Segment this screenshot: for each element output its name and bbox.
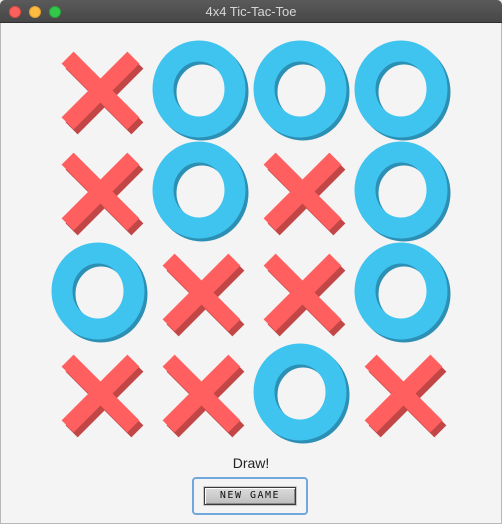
x-mark-icon xyxy=(61,152,144,236)
board-cell[interactable] xyxy=(151,40,252,141)
board-cell[interactable] xyxy=(50,141,151,242)
title-bar: 4x4 Tic-Tac-Toe xyxy=(0,0,502,23)
new-game-button-focus-ring: NEW GAME xyxy=(192,477,308,515)
board-cell[interactable] xyxy=(353,40,454,141)
o-mark-icon xyxy=(253,40,350,141)
o-mark-icon xyxy=(354,242,451,343)
o-mark-icon xyxy=(152,141,249,242)
new-game-button[interactable]: NEW GAME xyxy=(204,487,296,505)
o-mark-icon xyxy=(354,141,451,242)
o-mark-icon xyxy=(253,343,350,444)
board-cell[interactable] xyxy=(353,242,454,343)
game-board xyxy=(50,40,454,444)
x-mark-icon xyxy=(263,152,346,236)
board-cell[interactable] xyxy=(50,40,151,141)
x-mark-icon xyxy=(263,253,346,337)
board-cell[interactable] xyxy=(50,242,151,343)
x-mark-icon xyxy=(162,253,245,337)
x-mark-icon xyxy=(162,354,245,438)
o-mark-icon xyxy=(354,40,451,141)
board-cell[interactable] xyxy=(252,343,353,444)
board-cell[interactable] xyxy=(252,40,353,141)
x-mark-icon xyxy=(61,354,144,438)
board-cell[interactable] xyxy=(151,242,252,343)
x-mark-icon xyxy=(364,354,447,438)
board-cell[interactable] xyxy=(353,141,454,242)
board-cell[interactable] xyxy=(151,141,252,242)
board-cell[interactable] xyxy=(353,343,454,444)
board-cell[interactable] xyxy=(252,141,353,242)
board-cell[interactable] xyxy=(50,343,151,444)
x-mark-icon xyxy=(61,51,144,135)
window-title: 4x4 Tic-Tac-Toe xyxy=(205,4,297,19)
app-window: 4x4 Tic-Tac-Toe Draw! NEW GAME xyxy=(0,0,502,524)
game-status: Draw! xyxy=(232,455,270,471)
o-mark-icon xyxy=(51,242,148,343)
board-cell[interactable] xyxy=(151,343,252,444)
o-mark-icon xyxy=(152,40,249,141)
board-cell[interactable] xyxy=(252,242,353,343)
